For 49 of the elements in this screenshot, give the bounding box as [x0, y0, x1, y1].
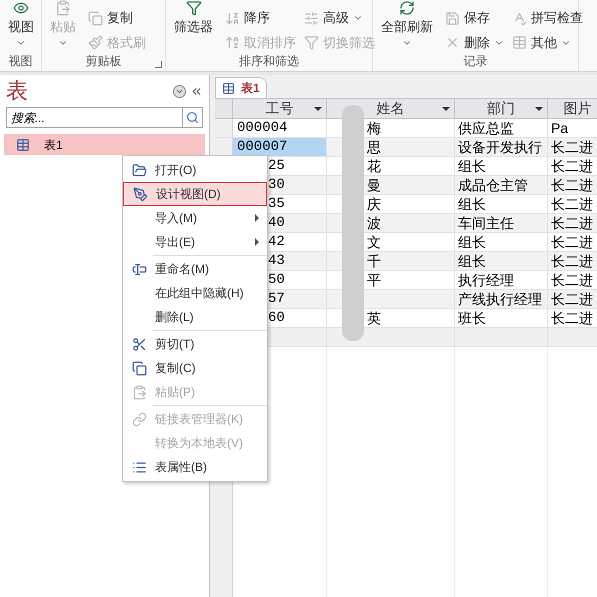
- column-header[interactable]: 部门: [455, 99, 548, 118]
- table-cell: Pa: [548, 119, 597, 137]
- table-cell: 组长: [455, 252, 548, 270]
- column-header[interactable]: 图片: [548, 99, 597, 118]
- menu-item[interactable]: 复制(C): [123, 356, 267, 380]
- ribbon-large-button[interactable]: 全部刷新: [377, 0, 437, 53]
- ribbon-large-button[interactable]: 视图: [4, 0, 38, 53]
- ribbon-button[interactable]: 保存: [445, 8, 490, 28]
- ribbon-group-label: 记录: [462, 53, 488, 69]
- table-cell: 供应总监: [455, 119, 548, 137]
- table-cell: 长二进: [548, 214, 597, 232]
- table-cell: 长二进: [548, 309, 597, 327]
- ribbon-button[interactable]: 高级: [304, 8, 363, 28]
- table-cell: 000004: [233, 119, 327, 137]
- nav-item[interactable]: 表1: [4, 134, 205, 155]
- menu-item[interactable]: 表属性(B): [123, 455, 267, 479]
- ribbon-button[interactable]: 删除: [445, 32, 504, 52]
- column-header[interactable]: 工号: [233, 99, 327, 118]
- ribbon-button[interactable]: 拼写检查: [512, 8, 583, 28]
- table-cell: 产线执行经理: [455, 290, 548, 308]
- table-cell: 长二进: [548, 176, 597, 194]
- ribbon-button[interactable]: 其他: [512, 32, 571, 52]
- table-cell: 组长: [455, 157, 548, 175]
- table-cell: 组长: [455, 195, 548, 213]
- pane-title: 表: [6, 80, 28, 102]
- table-cell: 成品仓主管: [455, 176, 548, 194]
- search-field[interactable]: 搜索...: [6, 107, 183, 128]
- table-cell: 长二进: [548, 233, 597, 251]
- ribbon-button[interactable]: 降序: [225, 8, 270, 28]
- table-cell: 组长: [455, 233, 548, 251]
- table-cell: 长二进: [548, 290, 597, 308]
- table-cell: 长二进: [548, 157, 597, 175]
- table-cell: 长二进: [548, 195, 597, 213]
- table-cell: 长二进: [548, 138, 597, 156]
- menu-item[interactable]: 设计视图(D): [123, 182, 267, 206]
- table-cell: 000007: [233, 138, 327, 156]
- ribbon-button[interactable]: 复制: [88, 8, 133, 28]
- table-cell: 执行经理: [455, 271, 548, 289]
- menu-item[interactable]: 剪切(T): [123, 332, 267, 356]
- table-cell: 车间主任: [455, 214, 548, 232]
- table-cell: 设备开发执行: [455, 138, 548, 156]
- ribbon-large-button[interactable]: 筛选器: [170, 0, 217, 53]
- document-tab[interactable]: 表1: [215, 77, 267, 98]
- ribbon-group-label: 排序和筛选: [238, 53, 300, 69]
- table-cell: 长二进: [548, 252, 597, 270]
- table-cell: 班长: [455, 309, 548, 327]
- ribbon-group-label: 视图: [8, 53, 34, 69]
- table-cell: 长二进: [548, 271, 597, 289]
- ribbon-group-label: 剪贴板: [84, 53, 122, 69]
